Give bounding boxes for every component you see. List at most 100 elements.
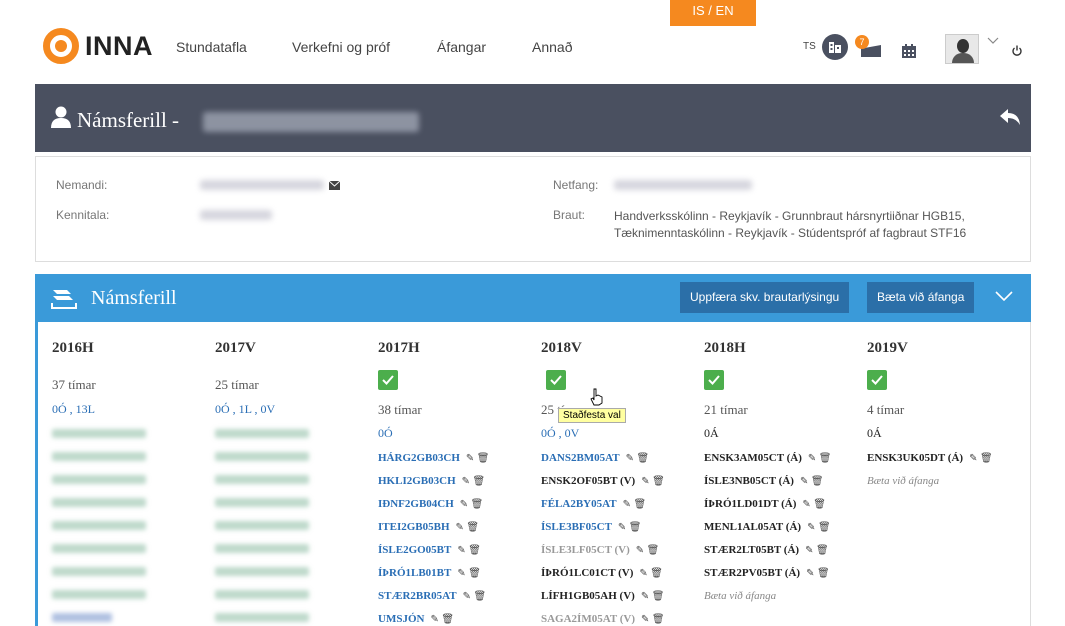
course-item[interactable]: SAGA2ÍM05AT (V) ✎ 🗑	[541, 613, 665, 625]
redacted-course	[52, 567, 146, 576]
course-code[interactable]: ÍSLE3NB05CT (Á)	[704, 475, 794, 487]
edit-delete-icons[interactable]: ✎ 🗑	[430, 614, 454, 625]
course-item[interactable]: ENSK3AM05CT (Á) ✎ 🗑	[704, 452, 831, 464]
confirm-checkbox[interactable]	[546, 370, 566, 390]
chevron-down-icon[interactable]	[987, 36, 999, 48]
power-icon[interactable]	[1011, 44, 1023, 60]
edit-delete-icons[interactable]: ✎ 🗑	[462, 476, 486, 487]
course-code[interactable]: LÍFH1GB05AH (V)	[541, 590, 635, 602]
edit-delete-icons[interactable]: ✎ 🗑	[460, 499, 484, 510]
course-item[interactable]: LÍFH1GB05AH (V) ✎ 🗑	[541, 590, 664, 602]
redacted-netfang	[614, 180, 752, 190]
course-item[interactable]: STÆR2BR05AT ✎ 🗑	[378, 590, 486, 602]
semester-counts: 0Á	[867, 426, 882, 440]
course-code[interactable]: ENSK3AM05CT (Á)	[704, 452, 802, 464]
course-item[interactable]: ITEI2GB05BH ✎ 🗑	[378, 521, 479, 533]
course-item[interactable]: STÆR2LT05BT (Á) ✎ 🗑	[704, 544, 829, 556]
edit-delete-icons[interactable]: ✎ 🗑	[805, 545, 829, 556]
course-item[interactable]: ÍSLE3LF05CT (V) ✎ 🗑	[541, 544, 659, 556]
confirm-checkbox[interactable]	[378, 370, 398, 390]
course-code[interactable]: MENL1AL05AT (Á)	[704, 521, 801, 533]
course-code[interactable]: FÉLA2BY05AT	[541, 498, 617, 510]
nav-stundatafla[interactable]: Stundatafla	[176, 39, 247, 55]
ts-label: TS	[803, 41, 816, 52]
edit-delete-icons[interactable]: ✎ 🗑	[463, 591, 487, 602]
course-item[interactable]: HÁRG2GB03CH ✎ 🗑	[378, 452, 489, 464]
course-item[interactable]: STÆR2PV05BT (Á) ✎ 🗑	[704, 567, 830, 579]
course-code[interactable]: ÍÞRÓ1LC01CT (V)	[541, 567, 633, 579]
edit-delete-icons[interactable]: ✎ 🗑	[969, 453, 993, 464]
edit-delete-icons[interactable]: ✎ 🗑	[636, 545, 660, 556]
course-item[interactable]: ÍÞRÓ1LD01DT (Á) ✎ 🗑	[704, 498, 826, 510]
course-item[interactable]: ENSK3UK05DT (Á) ✎ 🗑	[867, 452, 993, 464]
avatar[interactable]	[945, 34, 979, 64]
course-item[interactable]: UMSJÓN ✎ 🗑	[378, 613, 454, 625]
nav-annad[interactable]: Annað	[532, 39, 572, 55]
course-code[interactable]: UMSJÓN	[378, 613, 424, 625]
edit-delete-icons[interactable]: ✎ 🗑	[457, 568, 481, 579]
edit-delete-icons[interactable]: ✎ 🗑	[618, 522, 642, 533]
course-item[interactable]: ÍÞRÓ1LC01CT (V) ✎ 🗑	[541, 567, 663, 579]
course-item[interactable]: ENSK2OF05BT (V) ✎ 🗑	[541, 475, 665, 487]
edit-delete-icons[interactable]: ✎ 🗑	[626, 453, 650, 464]
semester-hours: 38 tímar	[378, 402, 422, 417]
course-code[interactable]: ÍSLE3LF05CT (V)	[541, 544, 630, 556]
course-code[interactable]: HKLI2GB03CH	[378, 475, 456, 487]
calendar-icon[interactable]	[901, 44, 917, 64]
course-item[interactable]: DANS2BM05AT ✎ 🗑	[541, 452, 649, 464]
add-course-link[interactable]: Bæta við áfanga	[704, 590, 776, 602]
redacted-course	[52, 590, 146, 599]
edit-delete-icons[interactable]: ✎ 🗑	[457, 545, 481, 556]
course-item[interactable]: MENL1AL05AT (Á) ✎ 🗑	[704, 521, 831, 533]
edit-delete-icons[interactable]: ✎ 🗑	[623, 499, 647, 510]
top-navigation: INNA Stundatafla Verkefni og próf Áfanga…	[35, 24, 1031, 76]
back-icon[interactable]	[999, 106, 1021, 132]
course-item[interactable]: FÉLA2BY05AT ✎ 🗑	[541, 498, 646, 510]
course-code[interactable]: HÁRG2GB03CH	[378, 452, 460, 464]
building-icon[interactable]	[822, 34, 848, 60]
course-item[interactable]: HKLI2GB03CH ✎ 🗑	[378, 475, 485, 487]
course-code[interactable]: ÍSLE3BF05CT	[541, 521, 612, 533]
course-code[interactable]: ÍÞRÓ1LB01BT	[378, 567, 451, 579]
course-code[interactable]: IÐNF2GB04CH	[378, 498, 454, 510]
course-code[interactable]: STÆR2BR05AT	[378, 590, 457, 602]
edit-delete-icons[interactable]: ✎ 🗑	[456, 522, 480, 533]
edit-delete-icons[interactable]: ✎ 🗑	[641, 591, 665, 602]
course-code[interactable]: SAGA2ÍM05AT (V)	[541, 613, 635, 625]
language-switch[interactable]: IS / EN	[670, 0, 756, 26]
kennitala-label: Kennitala:	[56, 208, 110, 222]
edit-delete-icons[interactable]: ✎ 🗑	[641, 476, 665, 487]
course-item[interactable]: IÐNF2GB04CH ✎ 🗑	[378, 498, 483, 510]
course-item[interactable]: ÍSLE3BF05CT ✎ 🗑	[541, 521, 642, 533]
nav-afangar[interactable]: Áfangar	[437, 39, 486, 55]
edit-delete-icons[interactable]: ✎ 🗑	[808, 453, 832, 464]
course-code[interactable]: ITEI2GB05BH	[378, 521, 450, 533]
course-code[interactable]: ENSK3UK05DT (Á)	[867, 452, 963, 464]
logo[interactable]: INNA	[43, 28, 153, 64]
redacted-course	[52, 544, 146, 553]
edit-delete-icons[interactable]: ✎ 🗑	[806, 568, 830, 579]
confirm-checkbox[interactable]	[867, 370, 887, 390]
add-course-button[interactable]: Bæta við áfanga	[867, 282, 975, 313]
confirm-checkbox[interactable]	[704, 370, 724, 390]
edit-delete-icons[interactable]: ✎ 🗑	[466, 453, 490, 464]
course-code[interactable]: STÆR2LT05BT (Á)	[704, 544, 799, 556]
edit-delete-icons[interactable]: ✎ 🗑	[800, 476, 824, 487]
course-code[interactable]: ENSK2OF05BT (V)	[541, 475, 635, 487]
course-code[interactable]: ÍÞRÓ1LD01DT (Á)	[704, 498, 796, 510]
course-item[interactable]: ÍSLE3NB05CT (Á) ✎ 🗑	[704, 475, 824, 487]
edit-delete-icons[interactable]: ✎ 🗑	[641, 614, 665, 625]
course-item[interactable]: ÍSLE2GO05BT ✎ 🗑	[378, 544, 481, 556]
chevron-down-icon[interactable]	[995, 288, 1013, 306]
course-code[interactable]: DANS2BM05AT	[541, 452, 620, 464]
edit-delete-icons[interactable]: ✎ 🗑	[639, 568, 663, 579]
course-code[interactable]: STÆR2PV05BT (Á)	[704, 567, 800, 579]
add-course-link[interactable]: Bæta við áfanga	[867, 475, 939, 487]
update-by-curriculum-button[interactable]: Uppfæra skv. brautarlýsingu	[680, 282, 850, 313]
course-item[interactable]: ÍÞRÓ1LB01BT ✎ 🗑	[378, 567, 481, 579]
nav-verkefni-og-prof[interactable]: Verkefni og próf	[292, 39, 390, 55]
edit-delete-icons[interactable]: ✎ 🗑	[802, 499, 826, 510]
edit-delete-icons[interactable]: ✎ 🗑	[807, 522, 831, 533]
course-code[interactable]: ÍSLE2GO05BT	[378, 544, 451, 556]
envelope-icon[interactable]	[328, 179, 341, 193]
